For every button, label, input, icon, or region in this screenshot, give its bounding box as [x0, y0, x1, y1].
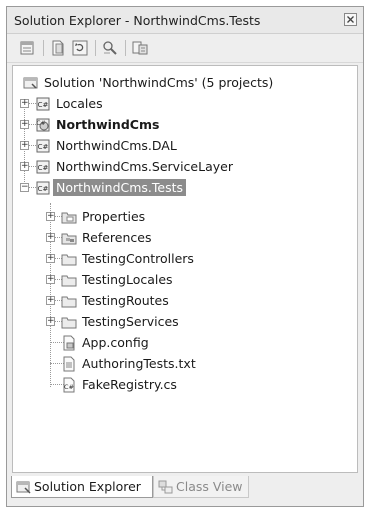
close-icon: [347, 16, 354, 23]
close-button[interactable]: [344, 13, 357, 26]
tree-child-testingservices[interactable]: + TestingServices: [13, 311, 357, 332]
config-file-icon: [63, 335, 75, 351]
class-view-icon: [158, 480, 173, 494]
tree-child-testingcontrollers[interactable]: + TestingControllers: [13, 248, 357, 269]
folder-icon: [61, 296, 77, 308]
tree-child-authoringtests[interactable]: AuthoringTests.txt: [13, 353, 357, 374]
svg-text:C#: C#: [36, 120, 45, 127]
tree-item-label: References: [82, 230, 152, 245]
tree-item-tests[interactable]: − C# NorthwindCms.Tests: [13, 177, 357, 198]
expand-toggle[interactable]: +: [46, 212, 55, 221]
properties-icon: [20, 41, 34, 55]
expand-toggle[interactable]: +: [46, 254, 55, 263]
folder-icon: [61, 275, 77, 287]
tree-child-testinglocales[interactable]: + TestingLocales: [13, 269, 357, 290]
solution-explorer-window: Solution Explorer - NorthwindCms.Tests S…: [6, 6, 364, 507]
csharp-project-icon: C#: [36, 181, 50, 195]
tree-item-label: TestingLocales: [82, 272, 173, 287]
tree-item-label: NorthwindCms.DAL: [56, 138, 177, 153]
tree-item-label: TestingControllers: [82, 251, 194, 266]
folder-icon: [61, 254, 77, 266]
solution-icon: [23, 77, 38, 89]
refresh-button[interactable]: [71, 39, 89, 57]
properties-folder-icon: [61, 212, 77, 224]
tree-item-label: FakeRegistry.cs: [82, 377, 177, 392]
svg-text:C#: C#: [64, 383, 74, 391]
csharp-project-icon: C#: [36, 97, 50, 111]
svg-text:C#: C#: [38, 143, 49, 151]
solution-label: Solution 'NorthwindCms' (5 projects): [44, 75, 274, 90]
window-title: Solution Explorer - NorthwindCms.Tests: [14, 13, 261, 28]
expand-toggle[interactable]: +: [20, 141, 29, 150]
window-titlebar[interactable]: Solution Explorer - NorthwindCms.Tests: [7, 7, 363, 34]
tree-item-servicelayer[interactable]: + C# NorthwindCms.ServiceLayer: [13, 156, 357, 177]
tool-window-tabs: Solution Explorer Class View: [7, 474, 363, 506]
tree-child-testingroutes[interactable]: + TestingRoutes: [13, 290, 357, 311]
folder-icon: [61, 317, 77, 329]
properties-button[interactable]: [19, 39, 37, 57]
tree-item-label: AuthoringTests.txt: [82, 356, 196, 371]
collapse-toggle[interactable]: −: [20, 183, 29, 192]
tree-item-label: NorthwindCms.ServiceLayer: [56, 159, 233, 174]
csharp-project-icon: C#: [36, 160, 50, 174]
svg-text:C#: C#: [38, 185, 49, 193]
tree-item-label: Properties: [82, 209, 146, 224]
csharp-project-icon: C#: [36, 139, 50, 153]
text-file-icon: [63, 356, 75, 372]
svg-text:C#: C#: [38, 164, 49, 172]
view-code-button[interactable]: [101, 39, 119, 57]
expand-toggle[interactable]: +: [20, 162, 29, 171]
tree-item-label: TestingRoutes: [82, 293, 169, 308]
expand-toggle[interactable]: +: [20, 120, 29, 129]
tree-item-label: App.config: [82, 335, 149, 350]
expand-toggle[interactable]: +: [20, 99, 29, 108]
tree-item-locales[interactable]: + C# Locales: [13, 93, 357, 114]
expand-toggle[interactable]: +: [46, 296, 55, 305]
tree-item-dal[interactable]: + C# NorthwindCms.DAL: [13, 135, 357, 156]
tree-child-appconfig[interactable]: App.config: [13, 332, 357, 353]
tab-solution-explorer[interactable]: Solution Explorer: [11, 476, 153, 498]
show-all-files-icon: [52, 40, 64, 56]
references-folder-icon: [61, 233, 77, 245]
tree-child-fakeregistry[interactable]: C# FakeRegistry.cs: [13, 374, 357, 395]
web-project-icon: C#: [36, 118, 50, 132]
tab-label: Solution Explorer: [34, 479, 141, 494]
tree-item-northwindcms[interactable]: + C# NorthwindCms: [13, 114, 357, 135]
tab-class-view[interactable]: Class View: [153, 476, 249, 498]
toolbar: [7, 34, 363, 63]
tree-item-label: NorthwindCms.Tests: [53, 179, 187, 196]
tab-label: Class View: [176, 479, 243, 494]
expand-toggle[interactable]: +: [46, 233, 55, 242]
csharp-file-icon: C#: [63, 377, 75, 393]
view-designer-icon: [132, 41, 148, 55]
expand-toggle[interactable]: +: [46, 275, 55, 284]
tree-item-label: Locales: [56, 96, 103, 111]
solution-tree[interactable]: Solution 'NorthwindCms' (5 projects) + C…: [12, 65, 358, 473]
tree-solution-row[interactable]: Solution 'NorthwindCms' (5 projects): [13, 72, 357, 93]
solution-explorer-icon: [16, 481, 31, 494]
view-designer-button[interactable]: [131, 39, 149, 57]
svg-text:C#: C#: [38, 101, 49, 109]
tree-child-references[interactable]: + References: [13, 227, 357, 248]
view-code-icon: [103, 41, 117, 55]
tree-item-label: TestingServices: [82, 314, 179, 329]
tree-child-properties[interactable]: + Properties: [13, 206, 357, 227]
tree-item-label: NorthwindCms: [56, 117, 160, 132]
expand-toggle[interactable]: +: [46, 317, 55, 326]
refresh-icon: [72, 40, 88, 56]
show-all-files-button[interactable]: [49, 39, 67, 57]
